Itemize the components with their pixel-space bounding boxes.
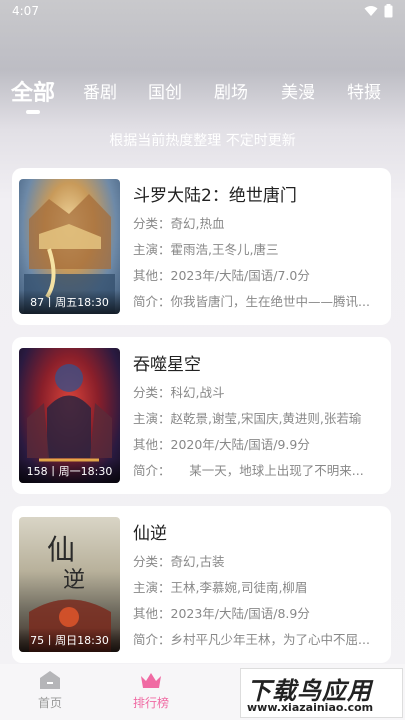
tab-indicator: [26, 110, 40, 114]
tab-teshe[interactable]: 特摄: [347, 78, 381, 103]
poster-image: 87丨周五18:30: [19, 179, 120, 314]
svg-text:逆: 逆: [63, 568, 85, 593]
ranking-subtitle: 根据当前热度整理 不定时更新: [109, 133, 296, 149]
watermark-logo: 下载鸟应用 www.xiazainiao.com: [240, 668, 403, 718]
episode-badge: 158丨周一18:30: [19, 459, 120, 483]
tab-juchang[interactable]: 剧场: [214, 78, 248, 103]
item-title[interactable]: 斗罗大陆2：绝世唐门: [133, 181, 297, 206]
item-intro: 简介：乡村平凡少年王林，为了心中不屈...: [133, 632, 370, 647]
status-time: 4:07: [12, 4, 39, 18]
category-tabs: 全部 番剧 国创 剧场 美漫 特摄: [0, 78, 405, 118]
item-other: 其他：2023年/大陆/国语/8.9分: [133, 606, 310, 621]
tab-all[interactable]: 全部: [11, 75, 55, 107]
item-category: 分类：奇幻,热血: [133, 216, 225, 231]
status-icons: [364, 4, 393, 18]
tab-meiman[interactable]: 美漫: [281, 78, 315, 103]
episode-badge: 75丨周日18:30: [19, 628, 120, 652]
svg-text:仙: 仙: [47, 533, 75, 566]
episode-badge: 87丨周五18:30: [19, 290, 120, 314]
watermark-url: www.xiazainiao.com: [247, 701, 374, 714]
list-item[interactable]: 87丨周五18:30 斗罗大陆2：绝世唐门 分类：奇幻,热血 主演：霍雨浩,王冬…: [12, 168, 391, 325]
nav-rank-label: 排行榜: [132, 696, 169, 710]
item-intro: 简介： 某一天，地球上出现了不明来...: [133, 463, 364, 478]
item-category: 分类：科幻,战斗: [133, 385, 225, 400]
status-bar: 4:07: [0, 0, 405, 22]
item-cast: 主演：霍雨浩,王冬儿,唐三: [133, 242, 279, 257]
home-icon: [40, 671, 60, 689]
list-item[interactable]: 158丨周一18:30 吞噬星空 分类：科幻,战斗 主演：赵乾景,谢莹,宋国庆,…: [12, 337, 391, 494]
item-intro: 简介：你我皆唐门，生在绝世中——腾讯...: [133, 294, 370, 309]
item-cast: 主演：王林,李慕婉,司徒南,柳眉: [133, 580, 308, 595]
poster-image: 仙 逆 75丨周日18:30: [19, 517, 120, 652]
battery-icon: [384, 4, 393, 18]
list-item[interactable]: 仙 逆 75丨周日18:30 仙逆 分类：奇幻,古装 主演：王林,李慕婉,司徒南…: [12, 506, 391, 663]
wifi-icon: [364, 6, 378, 16]
nav-home[interactable]: 首页: [20, 670, 80, 711]
item-cast: 主演：赵乾景,谢莹,宋国庆,黄进则,张若瑜: [133, 411, 362, 426]
tab-fanju[interactable]: 番剧: [83, 78, 117, 103]
item-category: 分类：奇幻,古装: [133, 554, 225, 569]
item-other: 其他：2023年/大陆/国语/7.0分: [133, 268, 310, 283]
poster-image: 158丨周一18:30: [19, 348, 120, 483]
crown-icon: [141, 673, 161, 688]
item-title[interactable]: 仙逆: [133, 519, 167, 544]
item-other: 其他：2020年/大陆/国语/9.9分: [133, 437, 310, 452]
nav-rank[interactable]: 排行榜: [121, 670, 181, 711]
nav-home-label: 首页: [37, 696, 62, 710]
tab-guochuang[interactable]: 国创: [148, 78, 182, 103]
item-title[interactable]: 吞噬星空: [133, 350, 201, 375]
